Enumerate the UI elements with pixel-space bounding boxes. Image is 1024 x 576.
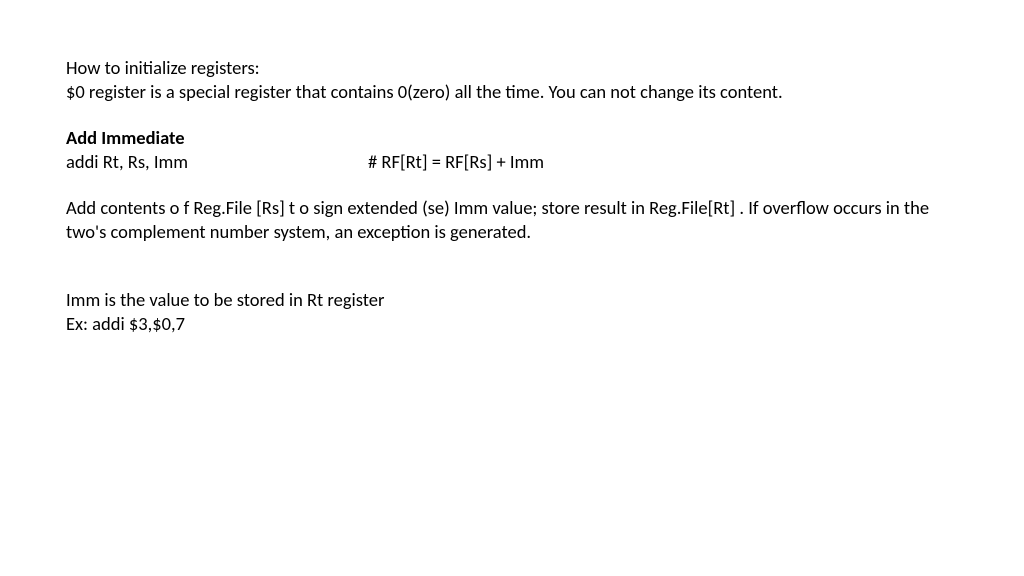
instruction-syntax: addi Rt, Rs, Imm bbox=[66, 150, 368, 174]
example-line: Ex: addi $3,$0,7 bbox=[66, 312, 958, 336]
instruction-comment: # RF[Rt] = RF[Rs] + Imm bbox=[368, 150, 958, 174]
spacer bbox=[66, 266, 958, 288]
section-heading: Add Immediate bbox=[66, 126, 958, 150]
description-paragraph: Add contents o f Reg.File [Rs] t o sign … bbox=[66, 196, 958, 244]
intro-line-2: $0 register is a special register that c… bbox=[66, 80, 958, 104]
instruction-row: addi Rt, Rs, Imm # RF[Rt] = RF[Rs] + Imm bbox=[66, 150, 958, 174]
imm-note: Imm is the value to be stored in Rt regi… bbox=[66, 288, 958, 312]
slide-content: How to initialize registers: $0 register… bbox=[66, 56, 958, 336]
intro-line-1: How to initialize registers: bbox=[66, 56, 958, 80]
